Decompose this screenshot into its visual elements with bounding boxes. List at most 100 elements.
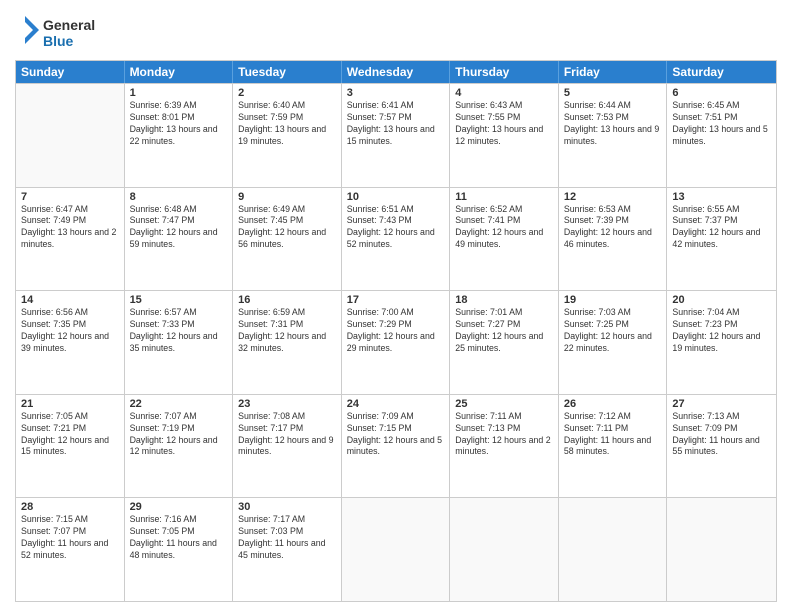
day-info: Sunrise: 7:09 AM Sunset: 7:15 PM Dayligh…: [347, 411, 445, 459]
day-cell-23: 23Sunrise: 7:08 AM Sunset: 7:17 PM Dayli…: [233, 395, 342, 498]
day-info: Sunrise: 6:48 AM Sunset: 7:47 PM Dayligh…: [130, 204, 228, 252]
day-cell-10: 10Sunrise: 6:51 AM Sunset: 7:43 PM Dayli…: [342, 188, 451, 291]
day-cell-22: 22Sunrise: 7:07 AM Sunset: 7:19 PM Dayli…: [125, 395, 234, 498]
day-info: Sunrise: 7:01 AM Sunset: 7:27 PM Dayligh…: [455, 307, 553, 355]
day-number: 22: [130, 398, 228, 410]
day-number: 4: [455, 87, 553, 99]
day-info: Sunrise: 6:40 AM Sunset: 7:59 PM Dayligh…: [238, 100, 336, 148]
day-cell-11: 11Sunrise: 6:52 AM Sunset: 7:41 PM Dayli…: [450, 188, 559, 291]
day-info: Sunrise: 7:04 AM Sunset: 7:23 PM Dayligh…: [672, 307, 771, 355]
day-number: 28: [21, 501, 119, 513]
day-info: Sunrise: 7:15 AM Sunset: 7:07 PM Dayligh…: [21, 514, 119, 562]
header-day-saturday: Saturday: [667, 61, 776, 83]
day-number: 18: [455, 294, 553, 306]
day-cell-2: 2Sunrise: 6:40 AM Sunset: 7:59 PM Daylig…: [233, 84, 342, 187]
day-cell-25: 25Sunrise: 7:11 AM Sunset: 7:13 PM Dayli…: [450, 395, 559, 498]
day-number: 12: [564, 191, 662, 203]
day-number: 23: [238, 398, 336, 410]
svg-text:General: General: [43, 17, 95, 33]
day-cell-30: 30Sunrise: 7:17 AM Sunset: 7:03 PM Dayli…: [233, 498, 342, 601]
day-info: Sunrise: 6:47 AM Sunset: 7:49 PM Dayligh…: [21, 204, 119, 252]
day-number: 15: [130, 294, 228, 306]
empty-cell: [16, 84, 125, 187]
day-number: 27: [672, 398, 771, 410]
day-cell-27: 27Sunrise: 7:13 AM Sunset: 7:09 PM Dayli…: [667, 395, 776, 498]
day-info: Sunrise: 6:55 AM Sunset: 7:37 PM Dayligh…: [672, 204, 771, 252]
day-cell-3: 3Sunrise: 6:41 AM Sunset: 7:57 PM Daylig…: [342, 84, 451, 187]
day-info: Sunrise: 7:00 AM Sunset: 7:29 PM Dayligh…: [347, 307, 445, 355]
day-cell-14: 14Sunrise: 6:56 AM Sunset: 7:35 PM Dayli…: [16, 291, 125, 394]
day-info: Sunrise: 6:45 AM Sunset: 7:51 PM Dayligh…: [672, 100, 771, 148]
day-info: Sunrise: 6:44 AM Sunset: 7:53 PM Dayligh…: [564, 100, 662, 148]
day-number: 6: [672, 87, 771, 99]
day-info: Sunrise: 7:13 AM Sunset: 7:09 PM Dayligh…: [672, 411, 771, 459]
day-number: 17: [347, 294, 445, 306]
day-info: Sunrise: 6:57 AM Sunset: 7:33 PM Dayligh…: [130, 307, 228, 355]
calendar-week-3: 14Sunrise: 6:56 AM Sunset: 7:35 PM Dayli…: [16, 290, 776, 394]
calendar: SundayMondayTuesdayWednesdayThursdayFrid…: [15, 60, 777, 602]
day-info: Sunrise: 6:41 AM Sunset: 7:57 PM Dayligh…: [347, 100, 445, 148]
day-number: 24: [347, 398, 445, 410]
day-number: 30: [238, 501, 336, 513]
day-number: 7: [21, 191, 119, 203]
day-number: 2: [238, 87, 336, 99]
day-cell-15: 15Sunrise: 6:57 AM Sunset: 7:33 PM Dayli…: [125, 291, 234, 394]
day-info: Sunrise: 6:53 AM Sunset: 7:39 PM Dayligh…: [564, 204, 662, 252]
header-day-thursday: Thursday: [450, 61, 559, 83]
day-cell-13: 13Sunrise: 6:55 AM Sunset: 7:37 PM Dayli…: [667, 188, 776, 291]
day-info: Sunrise: 6:43 AM Sunset: 7:55 PM Dayligh…: [455, 100, 553, 148]
day-number: 5: [564, 87, 662, 99]
calendar-week-4: 21Sunrise: 7:05 AM Sunset: 7:21 PM Dayli…: [16, 394, 776, 498]
day-info: Sunrise: 7:11 AM Sunset: 7:13 PM Dayligh…: [455, 411, 553, 459]
day-number: 14: [21, 294, 119, 306]
empty-cell: [450, 498, 559, 601]
day-number: 16: [238, 294, 336, 306]
calendar-week-5: 28Sunrise: 7:15 AM Sunset: 7:07 PM Dayli…: [16, 497, 776, 601]
day-cell-24: 24Sunrise: 7:09 AM Sunset: 7:15 PM Dayli…: [342, 395, 451, 498]
day-cell-21: 21Sunrise: 7:05 AM Sunset: 7:21 PM Dayli…: [16, 395, 125, 498]
day-number: 29: [130, 501, 228, 513]
header-day-wednesday: Wednesday: [342, 61, 451, 83]
day-number: 11: [455, 191, 553, 203]
day-cell-5: 5Sunrise: 6:44 AM Sunset: 7:53 PM Daylig…: [559, 84, 668, 187]
day-number: 25: [455, 398, 553, 410]
day-cell-17: 17Sunrise: 7:00 AM Sunset: 7:29 PM Dayli…: [342, 291, 451, 394]
day-cell-28: 28Sunrise: 7:15 AM Sunset: 7:07 PM Dayli…: [16, 498, 125, 601]
day-number: 13: [672, 191, 771, 203]
day-info: Sunrise: 7:12 AM Sunset: 7:11 PM Dayligh…: [564, 411, 662, 459]
calendar-header: SundayMondayTuesdayWednesdayThursdayFrid…: [16, 61, 776, 83]
day-number: 9: [238, 191, 336, 203]
day-info: Sunrise: 7:17 AM Sunset: 7:03 PM Dayligh…: [238, 514, 336, 562]
header: GeneralBlue: [15, 10, 777, 52]
day-info: Sunrise: 6:59 AM Sunset: 7:31 PM Dayligh…: [238, 307, 336, 355]
day-number: 10: [347, 191, 445, 203]
day-info: Sunrise: 7:16 AM Sunset: 7:05 PM Dayligh…: [130, 514, 228, 562]
day-cell-7: 7Sunrise: 6:47 AM Sunset: 7:49 PM Daylig…: [16, 188, 125, 291]
day-cell-1: 1Sunrise: 6:39 AM Sunset: 8:01 PM Daylig…: [125, 84, 234, 187]
day-info: Sunrise: 6:39 AM Sunset: 8:01 PM Dayligh…: [130, 100, 228, 148]
day-info: Sunrise: 7:08 AM Sunset: 7:17 PM Dayligh…: [238, 411, 336, 459]
header-day-monday: Monday: [125, 61, 234, 83]
calendar-page: GeneralBlue SundayMondayTuesdayWednesday…: [0, 0, 792, 612]
day-number: 19: [564, 294, 662, 306]
day-cell-6: 6Sunrise: 6:45 AM Sunset: 7:51 PM Daylig…: [667, 84, 776, 187]
day-info: Sunrise: 7:07 AM Sunset: 7:19 PM Dayligh…: [130, 411, 228, 459]
day-number: 20: [672, 294, 771, 306]
day-info: Sunrise: 6:51 AM Sunset: 7:43 PM Dayligh…: [347, 204, 445, 252]
svg-text:Blue: Blue: [43, 33, 74, 49]
day-cell-18: 18Sunrise: 7:01 AM Sunset: 7:27 PM Dayli…: [450, 291, 559, 394]
day-number: 3: [347, 87, 445, 99]
day-cell-9: 9Sunrise: 6:49 AM Sunset: 7:45 PM Daylig…: [233, 188, 342, 291]
day-cell-12: 12Sunrise: 6:53 AM Sunset: 7:39 PM Dayli…: [559, 188, 668, 291]
day-info: Sunrise: 6:56 AM Sunset: 7:35 PM Dayligh…: [21, 307, 119, 355]
calendar-body: 1Sunrise: 6:39 AM Sunset: 8:01 PM Daylig…: [16, 83, 776, 601]
day-number: 1: [130, 87, 228, 99]
day-cell-16: 16Sunrise: 6:59 AM Sunset: 7:31 PM Dayli…: [233, 291, 342, 394]
day-info: Sunrise: 6:49 AM Sunset: 7:45 PM Dayligh…: [238, 204, 336, 252]
day-number: 26: [564, 398, 662, 410]
day-cell-20: 20Sunrise: 7:04 AM Sunset: 7:23 PM Dayli…: [667, 291, 776, 394]
calendar-week-2: 7Sunrise: 6:47 AM Sunset: 7:49 PM Daylig…: [16, 187, 776, 291]
header-day-tuesday: Tuesday: [233, 61, 342, 83]
logo: GeneralBlue: [15, 10, 105, 52]
day-cell-4: 4Sunrise: 6:43 AM Sunset: 7:55 PM Daylig…: [450, 84, 559, 187]
